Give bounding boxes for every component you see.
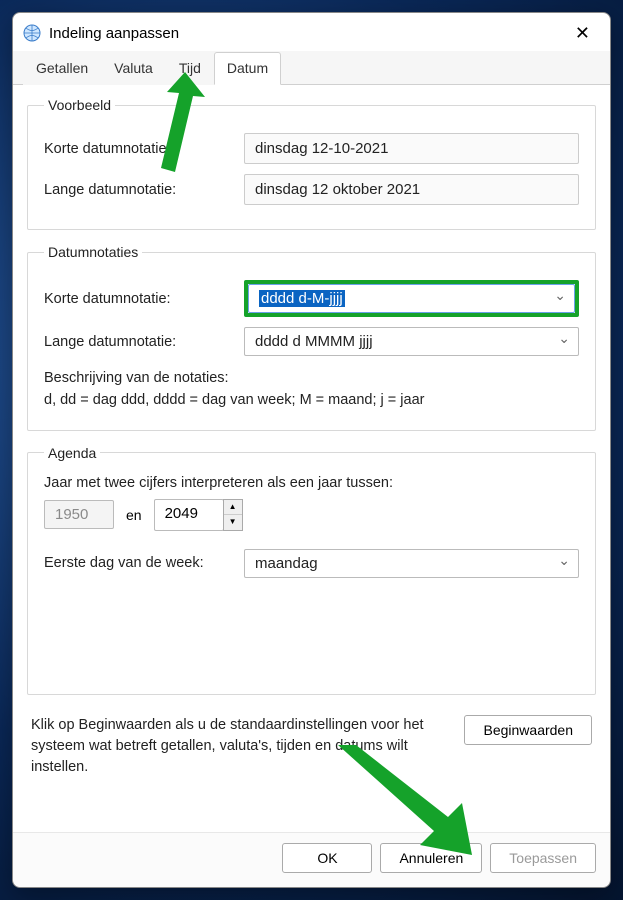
cancel-button[interactable]: Annuleren [380, 843, 482, 873]
titlebar: Indeling aanpassen ✕ [13, 13, 610, 51]
apply-button[interactable]: Toepassen [490, 843, 596, 873]
long-preview-value: dinsdag 12 oktober 2021 [244, 174, 579, 205]
agenda-legend: Agenda [44, 445, 100, 461]
long-format-label: Lange datumnotatie: [44, 334, 244, 350]
year-to[interactable]: 2049 [154, 499, 224, 531]
short-preview-value: dinsdag 12-10-2021 [244, 133, 579, 164]
long-preview-label: Lange datumnotatie: [44, 182, 244, 198]
tab-strip: Getallen Valuta Tijd Datum [13, 51, 610, 85]
reset-text: Klik op Beginwaarden als u de standaardi… [31, 715, 450, 778]
formats-legend: Datumnotaties [44, 244, 142, 260]
tab-tijd[interactable]: Tijd [166, 52, 214, 85]
interpret-label: Jaar met twee cijfers interpreteren als … [44, 475, 579, 491]
long-format-combo[interactable]: dddd d MMMM jjjj [244, 327, 579, 356]
short-format-label: Korte datumnotatie: [44, 291, 244, 307]
and-label: en [126, 507, 142, 523]
dialog-window: Indeling aanpassen ✕ Getallen Valuta Tij… [12, 12, 611, 888]
formats-group: Datumnotaties Korte datumnotatie: dddd d… [27, 244, 596, 431]
spinner-up[interactable]: ▲ [224, 500, 242, 515]
agenda-group: Agenda Jaar met twee cijfers interpreter… [27, 445, 596, 695]
year-spinner: ▲ ▼ [223, 499, 243, 531]
first-day-label: Eerste dag van de week: [44, 555, 244, 571]
reset-area: Klik op Beginwaarden als u de standaardi… [27, 709, 596, 792]
reset-button[interactable]: Beginwaarden [464, 715, 592, 745]
preview-group: Voorbeeld Korte datumnotatie: dinsdag 12… [27, 97, 596, 230]
format-desc: Beschrijving van de notaties: d, dd = da… [44, 368, 579, 412]
format-desc-line2: d, dd = dag ddd, dddd = dag van week; M … [44, 390, 579, 412]
globe-icon [23, 24, 41, 42]
ok-button[interactable]: OK [282, 843, 372, 873]
tab-datum[interactable]: Datum [214, 52, 281, 85]
short-preview-label: Korte datumnotatie: [44, 141, 244, 157]
first-day-combo[interactable]: maandag [244, 549, 579, 578]
short-format-value: dddd d-M-jjjj [259, 290, 345, 307]
dialog-body: Voorbeeld Korte datumnotatie: dinsdag 12… [13, 85, 610, 832]
tab-getallen[interactable]: Getallen [23, 52, 101, 85]
spinner-down[interactable]: ▼ [224, 515, 242, 530]
format-desc-line1: Beschrijving van de notaties: [44, 368, 579, 390]
preview-legend: Voorbeeld [44, 97, 115, 113]
tab-valuta[interactable]: Valuta [101, 52, 166, 85]
year-from: 1950 [44, 500, 114, 529]
short-format-combo[interactable]: dddd d-M-jjjj [248, 284, 575, 313]
window-title: Indeling aanpassen [49, 25, 565, 42]
dialog-footer: OK Annuleren Toepassen [13, 832, 610, 887]
close-button[interactable]: ✕ [565, 20, 600, 46]
short-format-highlight: dddd d-M-jjjj [244, 280, 579, 317]
